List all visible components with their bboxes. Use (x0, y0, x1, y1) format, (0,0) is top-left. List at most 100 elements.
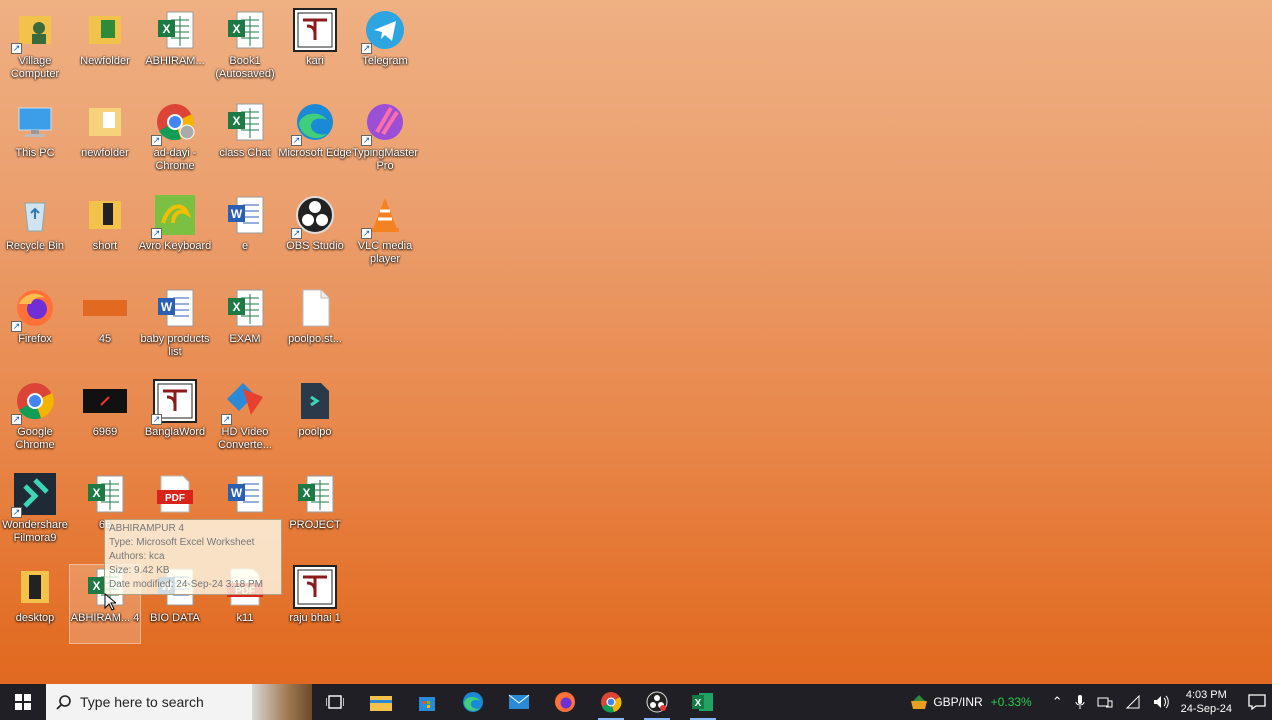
icon-label: Newfolder (80, 55, 130, 67)
desktop: ↗ Village Computer Newfolder X ABHIRAM..… (0, 0, 1272, 684)
mail-button[interactable] (496, 684, 542, 720)
icon-label: Wondershare Filmora9 (2, 519, 68, 544)
desktop-icon-poolpo-st[interactable]: poolpo.st... (280, 286, 350, 376)
firefox-taskbar-button[interactable] (542, 684, 588, 720)
desktop-icon-raju-bhai-1[interactable]: raju bhai 1 (280, 565, 350, 655)
excel-file-icon: X (223, 100, 267, 144)
computer-icon (13, 100, 57, 144)
file-explorer-button[interactable] (358, 684, 404, 720)
desktop-icon-google-chrome[interactable]: ↗ Google Chrome (0, 379, 70, 469)
desktop-icon-avro-keyboard[interactable]: ↗ Avro Keyboard (139, 193, 211, 283)
svg-text:X: X (92, 579, 100, 593)
chrome-taskbar-button[interactable] (588, 684, 634, 720)
desktop-icon-class-chat[interactable]: X class Chat (210, 100, 280, 190)
desktop-icon-kari[interactable]: kari (280, 8, 350, 98)
edge-icon (463, 692, 483, 712)
word-file-icon: W (153, 286, 197, 330)
volume-icon[interactable] (1153, 695, 1169, 709)
icon-label: BIO DATA (150, 612, 200, 624)
desktop-icon-typingmaster[interactable]: ↗ TypingMaster Pro (350, 100, 420, 190)
microphone-icon[interactable] (1075, 694, 1085, 710)
start-button[interactable] (0, 684, 46, 720)
mail-icon (508, 694, 530, 709)
tooltip-type: Type: Microsoft Excel Worksheet (109, 537, 255, 548)
tooltip-authors: Authors: kca (109, 551, 165, 562)
wifi-icon[interactable] (1125, 695, 1141, 709)
desktop-icon-baby-products-list[interactable]: W baby products list (140, 286, 210, 376)
desktop-icon-45[interactable]: 45 (70, 286, 140, 376)
tooltip-name: ABHIRAMPUR 4 (109, 523, 185, 534)
desktop-icon-short[interactable]: short (70, 193, 140, 283)
desktop-icon-desktop[interactable]: desktop (0, 565, 70, 655)
task-view-button[interactable] (312, 684, 358, 720)
notification-button[interactable] (1242, 694, 1272, 710)
search-box[interactable]: Type here to search (46, 684, 312, 720)
desktop-icon-telegram[interactable]: ↗ Telegram (350, 8, 420, 98)
obs-taskbar-button[interactable] (634, 684, 680, 720)
excel-file-icon: X (223, 8, 267, 52)
folder-icon (83, 100, 127, 144)
desktop-icon-book1[interactable]: X Book1 (Autosaved) (210, 8, 280, 98)
telegram-icon: ↗ (361, 8, 407, 54)
desktop-icon-newfolder-2[interactable]: newfolder (70, 100, 140, 190)
desktop-icon-village-computer[interactable]: ↗ Village Computer (0, 8, 70, 98)
desktop-icon-obs-studio[interactable]: ↗ OBS Studio (280, 193, 350, 283)
tooltip-modified: Date modified: 24-Sep-24 3:18 PM (109, 579, 263, 590)
icon-label: Recycle Bin (5, 240, 65, 252)
desktop-icon-vlc[interactable]: ↗ VLC media player (350, 193, 420, 283)
svg-text:X: X (302, 486, 310, 500)
word-file-icon: W (223, 193, 267, 237)
folder-dark-icon (13, 565, 57, 609)
icon-label: ad-dayi - Chrome (153, 147, 197, 172)
desktop-icon-ad-dayi-chrome[interactable]: ↗ ad-dayi - Chrome (140, 100, 210, 190)
tooltip-size: Size: 9.42 KB (109, 565, 170, 576)
svg-text:PDF: PDF (165, 493, 185, 504)
desktop-icon-exam[interactable]: X EXAM (210, 286, 280, 376)
icon-label: e (241, 240, 249, 252)
desktop-icon-firefox[interactable]: ↗ Firefox (0, 286, 70, 376)
taskbar: Type here to search X GBP/INR +0.33% ⌃ 4… (0, 684, 1272, 720)
folder-icon (83, 193, 127, 237)
obs-icon: ↗ (291, 193, 337, 239)
desktop-icon-recycle-bin[interactable]: Recycle Bin (0, 193, 70, 283)
icon-label: newfolder (81, 147, 129, 159)
search-icon (56, 695, 71, 710)
windows-logo-icon (15, 694, 31, 710)
clock[interactable]: 4:03 PM 24-Sep-24 (1181, 688, 1232, 716)
desktop-icon-this-pc[interactable]: This PC (0, 100, 70, 190)
currency-widget-icon[interactable] (909, 693, 929, 711)
desktop-icon-newfolder[interactable]: Newfolder (70, 8, 140, 98)
desktop-icon-poolpo[interactable]: poolpo (280, 379, 350, 469)
svg-text:X: X (695, 698, 702, 709)
icon-label: baby products list (140, 333, 210, 358)
icon-label: ABHIRAM... 4 (70, 612, 140, 624)
desktop-icon-project[interactable]: X PROJECT (280, 472, 350, 562)
edge-taskbar-button[interactable] (450, 684, 496, 720)
desktop-icon-hd-video-converter[interactable]: ↗ HD Video Converte... (210, 379, 280, 469)
store-icon (419, 697, 435, 711)
desktop-icon-microsoft-edge[interactable]: ↗ Microsoft Edge (278, 100, 352, 190)
pdf-file-icon: PDF (153, 472, 197, 516)
svg-text:W: W (231, 207, 243, 221)
currency-pair[interactable]: GBP/INR (933, 695, 982, 709)
desktop-icon-abhiram[interactable]: X ABHIRAM... (140, 8, 210, 98)
desktop-icon-6969[interactable]: 6969 (70, 379, 140, 469)
desktop-icon-wondershare-filmora[interactable]: ↗ Wondershare Filmora9 (0, 472, 70, 562)
orange-file-icon (83, 286, 127, 330)
excel-taskbar-button[interactable]: X (680, 684, 726, 720)
icon-label: k11 (236, 612, 254, 624)
icon-label: Book1 (Autosaved) (215, 55, 275, 80)
desktop-icon-e[interactable]: W e (210, 193, 280, 283)
store-button[interactable] (404, 684, 450, 720)
filmora-icon: ↗ (11, 472, 57, 518)
obs-icon (646, 691, 668, 713)
excel-file-icon: X (153, 8, 197, 52)
icon-label: Microsoft Edge (278, 147, 352, 159)
currency-change[interactable]: +0.33% (991, 695, 1032, 709)
icon-label: HD Video Converte... (218, 426, 272, 451)
icon-label: PROJECT (289, 519, 341, 531)
network-icon[interactable] (1097, 695, 1113, 709)
desktop-icon-banglaword[interactable]: ↗ BanglaWord (140, 379, 210, 469)
chevron-up-icon[interactable]: ⌃ (1052, 694, 1063, 710)
icon-label: short (92, 240, 118, 252)
